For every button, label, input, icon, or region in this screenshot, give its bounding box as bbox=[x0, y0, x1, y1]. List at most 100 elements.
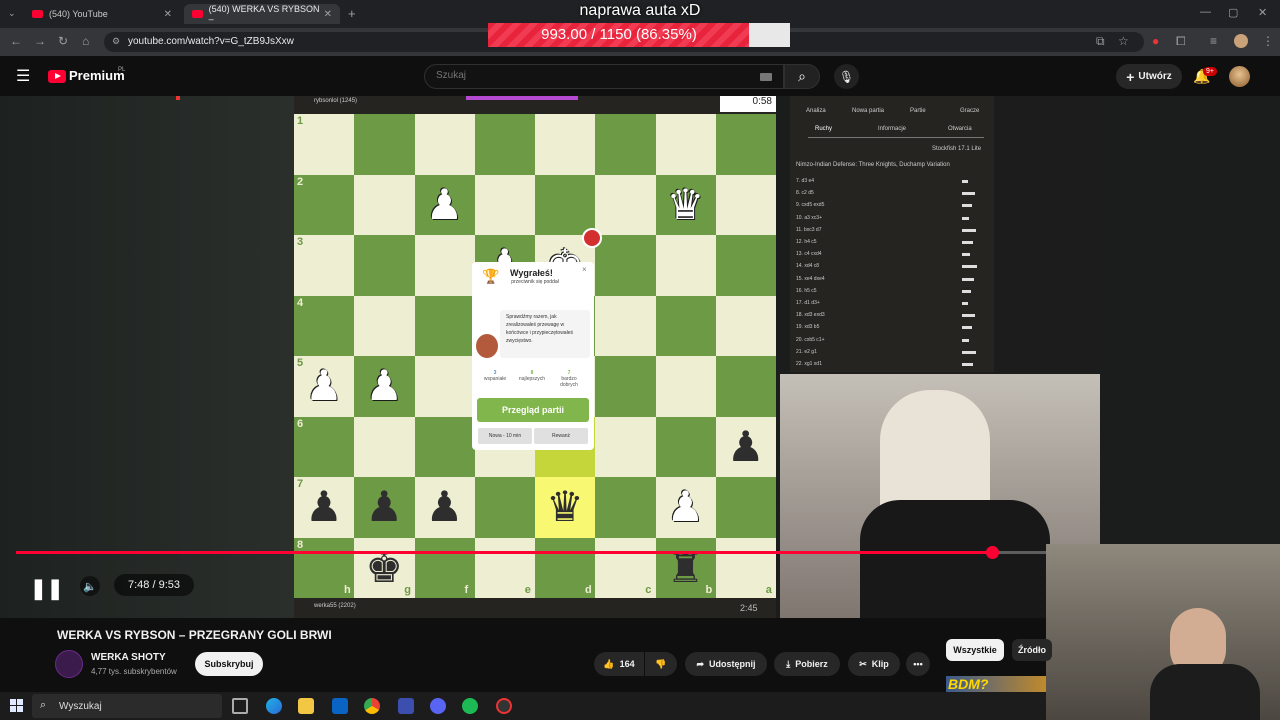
board-square[interactable] bbox=[354, 416, 415, 477]
keyboard-icon[interactable] bbox=[760, 73, 772, 81]
board-square[interactable] bbox=[595, 477, 656, 538]
close-icon[interactable]: ✕ bbox=[324, 9, 332, 20]
board-square[interactable] bbox=[715, 114, 776, 175]
channel-name[interactable]: WERKA SHOTY bbox=[91, 652, 166, 663]
board-square[interactable] bbox=[715, 356, 776, 417]
board-square[interactable] bbox=[354, 235, 415, 296]
windows-start-icon[interactable] bbox=[10, 699, 23, 712]
tab-new-game[interactable]: Nowa partia bbox=[852, 108, 884, 114]
obs-icon[interactable] bbox=[496, 698, 512, 714]
subtab-moves[interactable]: Ruchy bbox=[815, 126, 832, 132]
black-queen[interactable]: ♛ bbox=[535, 477, 595, 537]
move-row[interactable]: 20. cxb5 c1+ bbox=[796, 337, 825, 343]
mic-button[interactable]: 🎙 bbox=[834, 64, 859, 89]
tab-search-icon[interactable]: ≡ bbox=[1210, 34, 1217, 48]
tab-games[interactable]: Partie bbox=[910, 108, 926, 114]
black-pawn[interactable]: ♟ bbox=[294, 477, 354, 537]
file-explorer-icon[interactable] bbox=[298, 698, 314, 714]
board-square[interactable] bbox=[595, 295, 656, 356]
install-icon[interactable]: ⧉ bbox=[1096, 34, 1105, 49]
tab-video[interactable]: (540) WERKA VS RYBSON – ✕ bbox=[184, 4, 340, 24]
tab-analysis[interactable]: Analiza bbox=[806, 108, 826, 114]
white-pawn[interactable]: ♟ bbox=[294, 356, 354, 416]
black-rook[interactable]: ♜ bbox=[656, 538, 716, 598]
board-square[interactable] bbox=[595, 114, 656, 175]
minimize-icon[interactable]: — bbox=[1200, 6, 1211, 18]
maximize-icon[interactable]: ▢ bbox=[1228, 6, 1238, 19]
create-button[interactable]: + Utwórz bbox=[1116, 64, 1182, 89]
board-square[interactable] bbox=[474, 477, 535, 538]
board-square[interactable] bbox=[414, 295, 475, 356]
rematch-button[interactable]: Rewanż bbox=[534, 428, 588, 444]
board-square[interactable] bbox=[595, 356, 656, 417]
board-square[interactable] bbox=[414, 356, 475, 417]
youtube-logo-icon[interactable] bbox=[48, 70, 66, 83]
white-queen[interactable]: ♛ bbox=[656, 175, 716, 235]
app-icon[interactable] bbox=[398, 698, 414, 714]
board-square[interactable] bbox=[655, 114, 716, 175]
subtab-info[interactable]: Informacje bbox=[878, 126, 906, 132]
dislike-button[interactable]: 👎 bbox=[645, 652, 677, 676]
like-button[interactable]: 👍 164 bbox=[594, 652, 644, 676]
site-info-icon[interactable]: ⚙ bbox=[112, 36, 120, 47]
close-window-icon[interactable]: ✕ bbox=[1258, 6, 1267, 19]
subscribe-button[interactable]: Subskrybuj bbox=[195, 652, 263, 676]
move-row[interactable]: 19. xd3 b5 bbox=[796, 324, 819, 330]
extension-icon[interactable]: ● bbox=[1152, 34, 1159, 48]
move-row[interactable]: 12. h4 c5 bbox=[796, 239, 817, 245]
search-input[interactable] bbox=[436, 70, 736, 81]
move-row[interactable]: 7. d3 e4 bbox=[796, 178, 814, 184]
tab-players[interactable]: Gracze bbox=[960, 108, 979, 114]
home-icon[interactable]: ⌂ bbox=[82, 34, 89, 48]
tab-search-icon[interactable]: ⌄ bbox=[8, 8, 16, 19]
board-square[interactable] bbox=[354, 295, 415, 356]
board-square[interactable] bbox=[414, 114, 475, 175]
discord-icon[interactable] bbox=[430, 698, 446, 714]
move-row[interactable]: 13. c4 cxd4 bbox=[796, 251, 822, 257]
extensions-puzzle-icon[interactable]: ⧠ bbox=[1176, 34, 1186, 49]
board-square[interactable] bbox=[655, 416, 716, 477]
task-view-icon[interactable] bbox=[232, 698, 248, 714]
chip-all[interactable]: Wszystkie bbox=[946, 639, 1004, 661]
reload-icon[interactable]: ↻ bbox=[58, 34, 68, 48]
edge-icon[interactable] bbox=[266, 698, 282, 714]
new-game-button[interactable]: Nowa - 10 min bbox=[478, 428, 532, 444]
tab-youtube[interactable]: (540) YouTube ✕ bbox=[24, 4, 180, 24]
spotify-icon[interactable] bbox=[462, 698, 478, 714]
review-game-button[interactable]: Przegląd partii bbox=[477, 398, 589, 422]
move-row[interactable]: 10. a3 xc3+ bbox=[796, 215, 822, 221]
youtube-logo-text[interactable]: Premium bbox=[69, 68, 125, 83]
clip-button[interactable]: ✂ Klip bbox=[848, 652, 900, 676]
white-pawn[interactable]: ♟ bbox=[415, 175, 475, 235]
chip-source[interactable]: Źródło bbox=[1012, 639, 1052, 661]
channel-avatar[interactable] bbox=[55, 650, 83, 678]
board-square[interactable] bbox=[535, 174, 596, 235]
board-square[interactable] bbox=[655, 356, 716, 417]
more-actions-button[interactable]: ••• bbox=[906, 652, 930, 676]
browser-menu-icon[interactable]: ⋮ bbox=[1262, 34, 1274, 48]
move-row[interactable]: 15. xe4 dxe4 bbox=[796, 276, 825, 282]
move-row[interactable]: 11. bxc3 d7 bbox=[796, 227, 821, 233]
board-square[interactable] bbox=[354, 174, 415, 235]
close-icon[interactable]: ✕ bbox=[164, 9, 172, 20]
board-square[interactable] bbox=[474, 174, 535, 235]
board-square[interactable] bbox=[655, 235, 716, 296]
board-square[interactable] bbox=[474, 114, 535, 175]
board-square[interactable] bbox=[354, 114, 415, 175]
move-row[interactable]: 18. xd3 exd3 bbox=[796, 312, 825, 318]
move-row[interactable]: 9. cxd5 exd5 bbox=[796, 202, 824, 208]
black-pawn[interactable]: ♟ bbox=[354, 477, 414, 537]
black-pawn[interactable]: ♟ bbox=[415, 477, 475, 537]
scrubber-handle[interactable] bbox=[986, 546, 999, 559]
subtab-openings[interactable]: Otwarcia bbox=[948, 126, 972, 132]
board-square[interactable] bbox=[715, 295, 776, 356]
board-square[interactable] bbox=[414, 235, 475, 296]
move-row[interactable]: 14. xd4 c8 bbox=[796, 263, 819, 269]
move-row[interactable]: 21. e2 g1 bbox=[796, 349, 817, 355]
white-pawn[interactable]: ♟ bbox=[656, 477, 716, 537]
hamburger-icon[interactable]: ☰ bbox=[16, 66, 30, 86]
board-square[interactable] bbox=[535, 114, 596, 175]
close-icon[interactable]: × bbox=[582, 265, 587, 274]
move-row[interactable]: 8. c2 d5 bbox=[796, 190, 814, 196]
black-pawn[interactable]: ♟ bbox=[716, 417, 776, 477]
